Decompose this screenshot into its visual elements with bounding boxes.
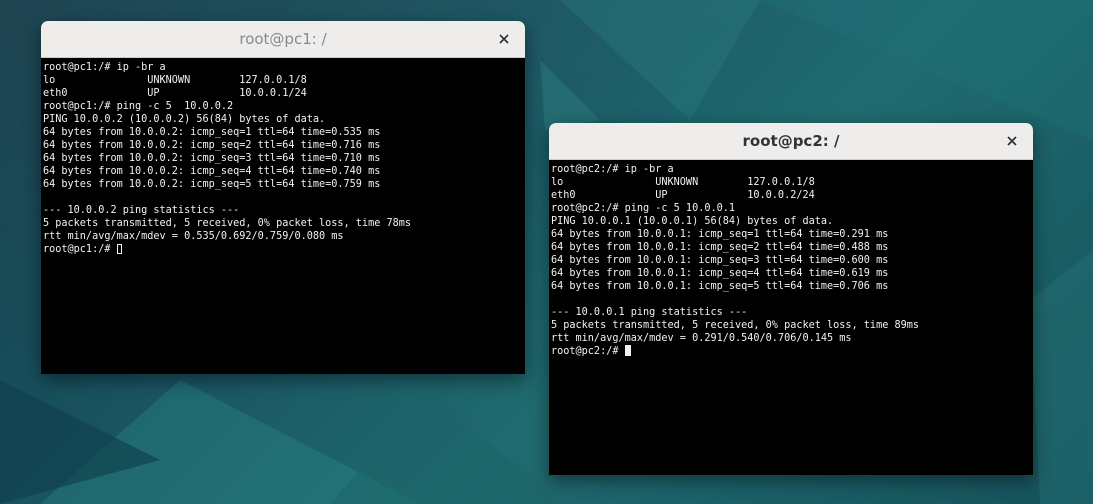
terminal-line: 64 bytes from 10.0.0.1: icmp_seq=4 ttl=6…: [551, 268, 889, 279]
terminal-line: --- 10.0.0.2 ping statistics ---: [43, 205, 240, 216]
terminal-line: lo UNKNOWN 127.0.0.1/8: [43, 75, 307, 86]
window-title-pc1: root@pc1: /: [239, 30, 327, 48]
terminal-line: eth0 UP 10.0.0.1/24: [43, 88, 307, 99]
terminal-line: PING 10.0.0.1 (10.0.0.1) 56(84) bytes of…: [551, 216, 834, 227]
terminal-line: 64 bytes from 10.0.0.1: icmp_seq=1 ttl=6…: [551, 229, 889, 240]
titlebar-pc1[interactable]: root@pc1: /: [41, 21, 525, 58]
terminal-line: 64 bytes from 10.0.0.1: icmp_seq=2 ttl=6…: [551, 242, 889, 253]
terminal-line: 64 bytes from 10.0.0.2: icmp_seq=4 ttl=6…: [43, 166, 381, 177]
cursor: [116, 244, 122, 254]
terminal-line: root@pc2:/# ping -c 5 10.0.0.1: [551, 203, 736, 214]
terminal-line: 64 bytes from 10.0.0.2: icmp_seq=1 ttl=6…: [43, 127, 381, 138]
terminal-line: 64 bytes from 10.0.0.1: icmp_seq=5 ttl=6…: [551, 281, 889, 292]
cursor: [624, 345, 631, 356]
titlebar-pc2[interactable]: root@pc2: /: [549, 123, 1033, 160]
terminal-line: 64 bytes from 10.0.0.2: icmp_seq=5 ttl=6…: [43, 179, 381, 190]
terminal-line: --- 10.0.0.1 ping statistics ---: [551, 307, 748, 318]
window-title-pc2: root@pc2: /: [742, 132, 840, 150]
terminal-window-pc2[interactable]: root@pc2: / root@pc2:/# ip -br a lo UNKNO…: [549, 123, 1033, 475]
terminal-line: rtt min/avg/max/mdev = 0.535/0.692/0.759…: [43, 231, 344, 242]
terminal-line: 64 bytes from 10.0.0.2: icmp_seq=2 ttl=6…: [43, 140, 381, 151]
terminal-prompt-line[interactable]: root@pc2:/#: [551, 345, 1031, 358]
terminal-line: 64 bytes from 10.0.0.1: icmp_seq=3 ttl=6…: [551, 255, 889, 266]
terminal-line: root@pc1:/# ip -br a: [43, 62, 166, 73]
terminal-line: rtt min/avg/max/mdev = 0.291/0.540/0.706…: [551, 333, 852, 344]
terminal-prompt: root@pc2:/#: [551, 346, 625, 357]
terminal-line: root@pc1:/# ping -c 5 10.0.0.2: [43, 101, 234, 112]
terminal-prompt-line[interactable]: root@pc1:/#: [43, 243, 523, 256]
terminal-line: lo UNKNOWN 127.0.0.1/8: [551, 177, 815, 188]
terminal-line: PING 10.0.0.2 (10.0.0.2) 56(84) bytes of…: [43, 114, 326, 125]
close-button-pc2[interactable]: [1003, 132, 1021, 150]
terminal-line: eth0 UP 10.0.0.2/24: [551, 190, 815, 201]
terminal-line: root@pc2:/# ip -br a: [551, 164, 674, 175]
terminal-line: 5 packets transmitted, 5 received, 0% pa…: [43, 218, 412, 229]
close-icon: [1007, 136, 1017, 146]
terminal-output-pc2[interactable]: root@pc2:/# ip -br a lo UNKNOWN 127.0.0.1…: [549, 160, 1033, 361]
terminal-line: 64 bytes from 10.0.0.2: icmp_seq=3 ttl=6…: [43, 153, 381, 164]
terminal-output-pc1[interactable]: root@pc1:/# ip -br a lo UNKNOWN 127.0.0.1…: [41, 58, 525, 259]
close-icon: [499, 34, 509, 44]
terminal-line: 5 packets transmitted, 5 received, 0% pa…: [551, 320, 920, 331]
terminal-window-pc1[interactable]: root@pc1: / root@pc1:/# ip -br a lo UNKNO…: [41, 21, 525, 374]
close-button-pc1[interactable]: [495, 30, 513, 48]
terminal-prompt: root@pc1:/#: [43, 244, 117, 255]
